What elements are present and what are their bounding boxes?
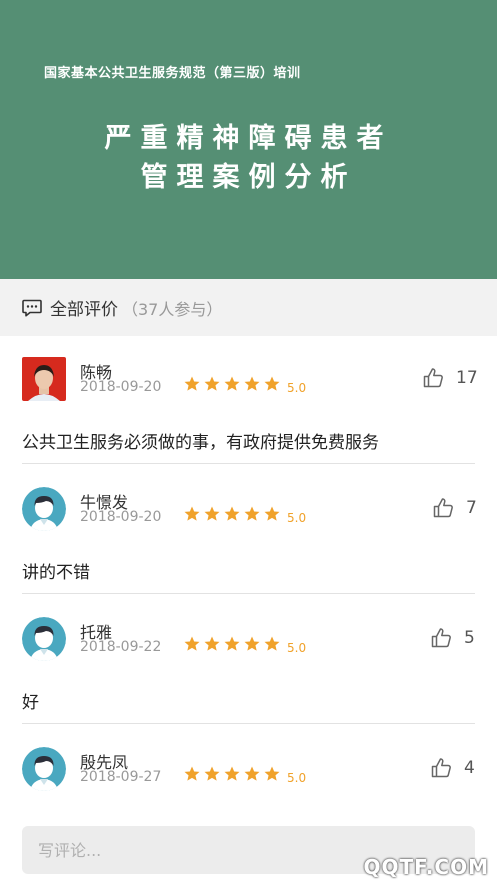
watermark: QQTF.COM — [363, 855, 489, 879]
divider — [22, 593, 475, 594]
comment-text: 公共卫生服务必须做的事，有政府提供免费服务 — [22, 433, 379, 453]
comment-item: 托雅 2018-09-22 5.0 5 好 — [0, 596, 497, 726]
like-count: 7 — [466, 498, 477, 518]
comment-text: 讲的不错 — [22, 563, 90, 583]
avatar[interactable] — [22, 617, 66, 661]
star-rating — [183, 375, 283, 393]
rating-score: 5.0 — [287, 771, 307, 785]
rating-score: 5.0 — [287, 381, 307, 395]
rating-score: 5.0 — [287, 641, 307, 655]
avatar[interactable] — [22, 747, 66, 791]
star-icon — [264, 376, 280, 391]
star-icon — [204, 506, 220, 521]
star-icon — [264, 766, 280, 781]
like-count: 5 — [464, 628, 475, 648]
star-icon — [184, 506, 200, 521]
reviews-count: （37人参与） — [122, 299, 223, 319]
like-button[interactable]: 7 — [432, 496, 477, 520]
comment-text: 好 — [22, 693, 39, 713]
chat-bubble-icon — [22, 299, 42, 317]
comment-item: 牛憬发 2018-09-20 5.0 7 讲的不错 — [0, 466, 497, 596]
comment-date: 2018-09-20 — [80, 509, 162, 525]
star-icon — [264, 636, 280, 651]
reviews-title: 全部评价 — [50, 300, 118, 320]
comment-date: 2018-09-27 — [80, 769, 162, 785]
comment-item: 殷先凤 2018-09-27 5.0 4 — [0, 726, 497, 816]
star-icon — [204, 636, 220, 651]
star-icon — [224, 766, 240, 781]
comment-date: 2018-09-22 — [80, 639, 162, 655]
like-button[interactable]: 5 — [430, 626, 475, 650]
course-banner: 国家基本公共卫生服务规范（第三版）培训 严重精神障碍患者 管理案例分析 — [0, 0, 497, 279]
star-rating — [183, 765, 283, 783]
avatar[interactable] — [22, 487, 66, 531]
star-icon — [224, 376, 240, 391]
like-count: 4 — [464, 758, 475, 778]
star-icon — [184, 376, 200, 391]
reviews-header: 全部评价 （37人参与） — [0, 279, 497, 336]
comment-date: 2018-09-20 — [80, 379, 162, 395]
like-button[interactable]: 4 — [430, 756, 475, 780]
banner-subtitle: 国家基本公共卫生服务规范（第三版）培训 — [44, 66, 301, 81]
thumbs-up-icon — [423, 368, 443, 388]
star-icon — [224, 506, 240, 521]
banner-title-line1: 严重精神障碍患者 — [104, 123, 393, 154]
divider — [22, 723, 475, 724]
thumbs-up-icon — [433, 498, 453, 518]
star-icon — [244, 506, 260, 521]
divider — [22, 463, 475, 464]
thumbs-up-icon — [431, 758, 451, 778]
star-icon — [244, 376, 260, 391]
rating-score: 5.0 — [287, 511, 307, 525]
star-rating — [183, 635, 283, 653]
thumbs-up-icon — [431, 628, 451, 648]
star-rating — [183, 505, 283, 523]
star-icon — [244, 766, 260, 781]
star-icon — [264, 506, 280, 521]
star-icon — [184, 766, 200, 781]
like-button[interactable]: 17 — [422, 366, 478, 390]
star-icon — [204, 376, 220, 391]
star-icon — [244, 636, 260, 651]
avatar[interactable] — [22, 357, 66, 401]
like-count: 17 — [456, 368, 478, 388]
comment-item: 陈畅 2018-09-20 5.0 17 公共卫生服务必须做的事，有政府提供免费… — [0, 336, 497, 466]
star-icon — [204, 766, 220, 781]
star-icon — [224, 636, 240, 651]
star-icon — [184, 636, 200, 651]
banner-title-line2: 管理案例分析 — [140, 162, 357, 193]
